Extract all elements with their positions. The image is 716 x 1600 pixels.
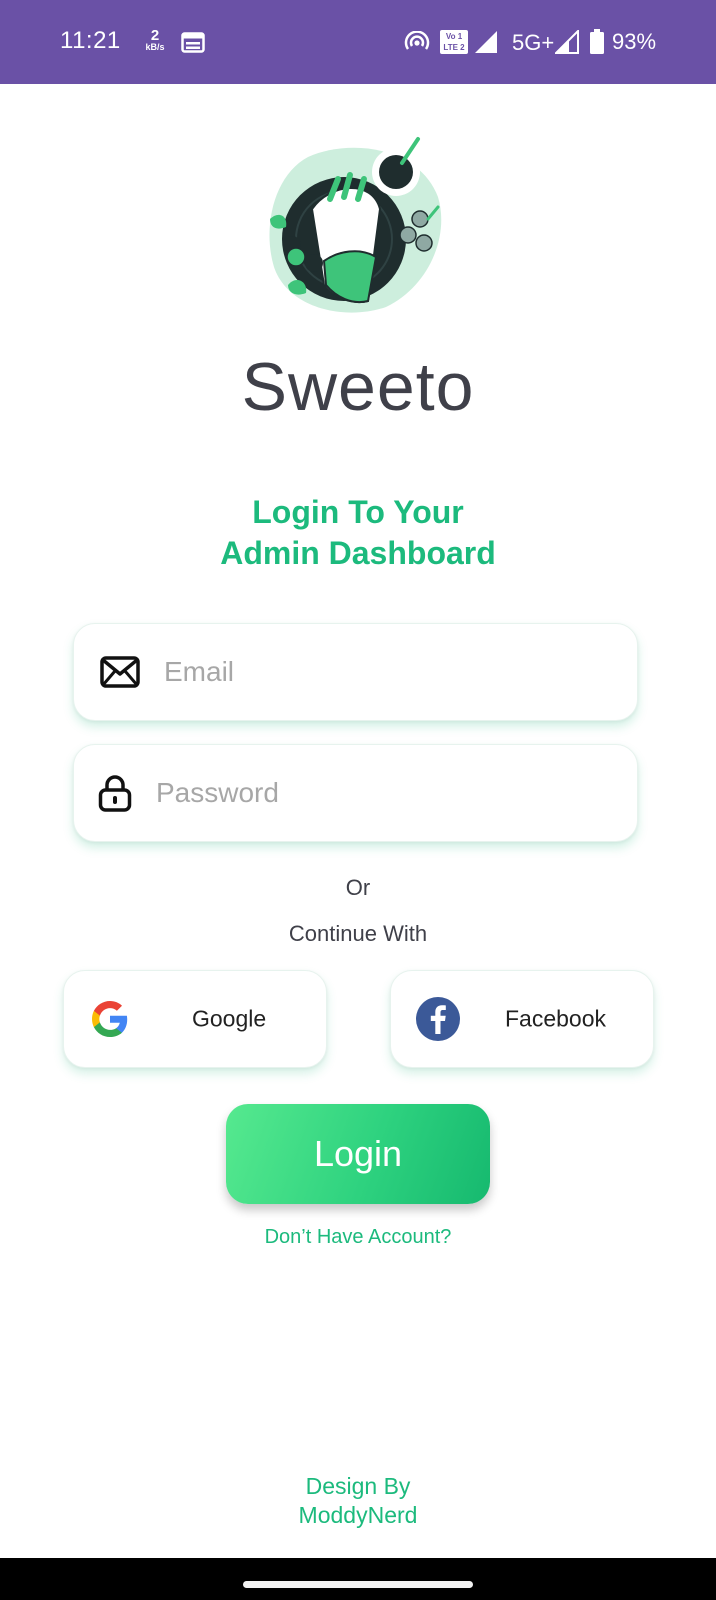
signal-icon <box>555 30 579 54</box>
login-button[interactable]: Login <box>226 1104 490 1204</box>
system-navigation-bar <box>0 1558 716 1600</box>
home-gesture-handle[interactable] <box>243 1581 473 1588</box>
volte-badge-bottom: LTE 2 <box>443 43 465 52</box>
headline-line-2: Admin Dashboard <box>220 535 496 571</box>
hotspot-icon <box>404 31 430 50</box>
volte-badge-top: Vo 1 <box>445 32 463 41</box>
or-divider-text: Or <box>345 875 371 900</box>
credits-line-2: ModdyNerd <box>298 1502 418 1528</box>
signal-icon <box>475 31 497 53</box>
google-label: Google <box>192 1005 267 1032</box>
facebook-login-button[interactable]: Facebook <box>390 970 654 1068</box>
lock-icon <box>98 775 132 812</box>
signup-link[interactable]: Don’t Have Account? <box>0 1226 716 1249</box>
facebook-label: Facebook <box>505 1005 607 1032</box>
network-speed: 2 kB/s <box>143 28 167 52</box>
email-field[interactable]: Email <box>73 623 638 721</box>
design-credits: Design By ModdyNerd <box>0 1472 716 1530</box>
food-bowl-illustration <box>269 137 442 313</box>
password-placeholder: Password <box>156 777 279 808</box>
credits-line-1: Design By <box>305 1473 411 1499</box>
status-time: 11:21 <box>60 27 121 54</box>
email-placeholder: Email <box>164 656 235 687</box>
network-speed-unit: kB/s <box>145 42 165 52</box>
battery-icon <box>590 29 604 54</box>
google-icon <box>92 1001 128 1037</box>
app-name: Sweeto <box>241 349 475 425</box>
password-field[interactable]: Password <box>73 744 638 842</box>
battery-level: 93% <box>612 29 657 54</box>
network-type: 5G+ <box>512 30 555 55</box>
google-login-button[interactable]: Google <box>63 970 327 1068</box>
status-bar: 11:21 2 kB/s Vo 1 LTE 2 5G+ 93% <box>0 0 716 84</box>
login-headline: Login To Your Admin Dashboard <box>0 492 716 574</box>
volte-icon: Vo 1 LTE 2 <box>440 30 468 54</box>
headline-line-1: Login To Your <box>252 494 464 530</box>
facebook-icon <box>416 997 460 1041</box>
mail-icon <box>100 656 140 688</box>
calendar-icon <box>181 32 205 53</box>
continue-with-text: Continue With <box>288 921 428 946</box>
network-speed-value: 2 <box>150 27 160 44</box>
